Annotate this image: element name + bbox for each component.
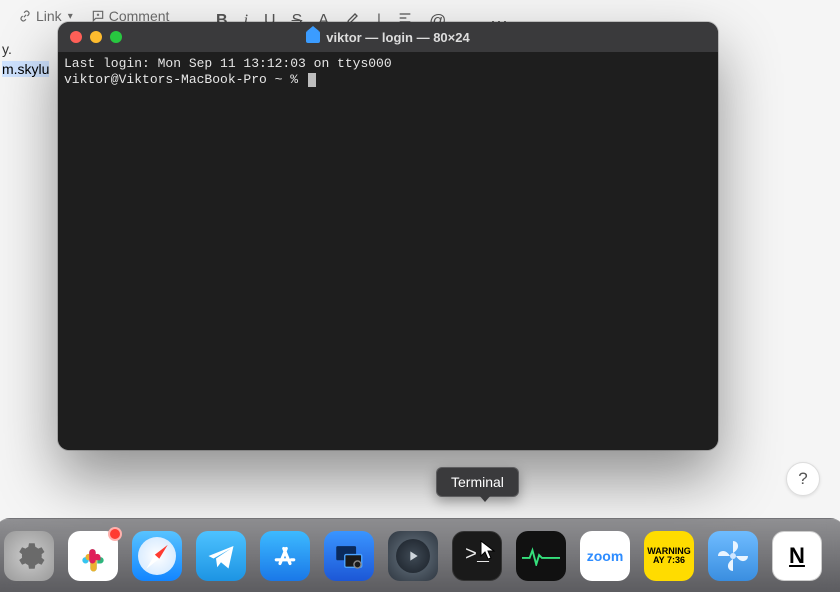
terminal-icon: >_ xyxy=(465,544,489,567)
traffic-lights xyxy=(70,31,122,43)
dock: >_ zoom WARNING AY 7:36 N xyxy=(0,518,840,592)
dock-terminal[interactable]: >_ xyxy=(452,531,502,581)
comment-icon xyxy=(91,9,105,23)
paper-plane-icon xyxy=(206,541,236,571)
appstore-icon xyxy=(270,541,300,571)
doc-line1: y. xyxy=(2,40,49,60)
dock-fan-control[interactable] xyxy=(708,531,758,581)
close-button[interactable] xyxy=(70,31,82,43)
dock-notion[interactable]: N xyxy=(772,531,822,581)
dock-safari[interactable] xyxy=(132,531,182,581)
dock-zoom[interactable]: zoom xyxy=(580,531,630,581)
heartbeat-icon xyxy=(522,546,560,566)
terminal-body[interactable]: Last login: Mon Sep 11 13:12:03 on ttys0… xyxy=(58,52,718,450)
slack-icon xyxy=(77,540,109,572)
terminal-cursor xyxy=(308,73,316,87)
titlebar[interactable]: viktor — login — 80×24 xyxy=(58,22,718,52)
terminal-window[interactable]: viktor — login — 80×24 Last login: Mon S… xyxy=(58,22,718,450)
dock-app-store[interactable] xyxy=(260,531,310,581)
window-title-text: viktor — login — 80×24 xyxy=(326,30,469,45)
dock-quicktime[interactable] xyxy=(388,531,438,581)
minimize-button[interactable] xyxy=(90,31,102,43)
dock-screen-sharing[interactable] xyxy=(324,531,374,581)
link-icon xyxy=(18,9,32,23)
dock-tooltip: Terminal xyxy=(436,467,519,497)
notion-icon: N xyxy=(789,543,805,569)
last-login-line: Last login: Mon Sep 11 13:12:03 on ttys0… xyxy=(64,56,392,71)
dock-tooltip-label: Terminal xyxy=(451,474,504,490)
fullscreen-button[interactable] xyxy=(110,31,122,43)
fan-icon xyxy=(715,538,751,574)
dock-activity-monitor[interactable] xyxy=(516,531,566,581)
help-icon: ? xyxy=(798,469,807,489)
dock-system-settings[interactable] xyxy=(4,531,54,581)
dock-telegram[interactable] xyxy=(196,531,246,581)
dock-slack[interactable] xyxy=(68,531,118,581)
compass-icon xyxy=(138,537,176,575)
window-title: viktor — login — 80×24 xyxy=(58,30,718,45)
zoom-label: zoom xyxy=(587,548,624,564)
screens-icon xyxy=(332,539,366,573)
notification-badge xyxy=(108,527,122,541)
background-doc-text: y. m.skylu xyxy=(0,40,49,79)
warning-line2: AY 7:36 xyxy=(653,556,685,565)
quicktime-icon xyxy=(396,539,430,573)
shell-prompt: viktor@Viktors-MacBook-Pro ~ % xyxy=(64,72,306,87)
help-button[interactable]: ? xyxy=(786,462,820,496)
doc-line2-selection[interactable]: m.skylu xyxy=(2,61,49,77)
dock-warning-app[interactable]: WARNING AY 7:36 xyxy=(644,531,694,581)
gear-icon xyxy=(12,539,46,573)
folder-home-icon xyxy=(306,31,320,43)
